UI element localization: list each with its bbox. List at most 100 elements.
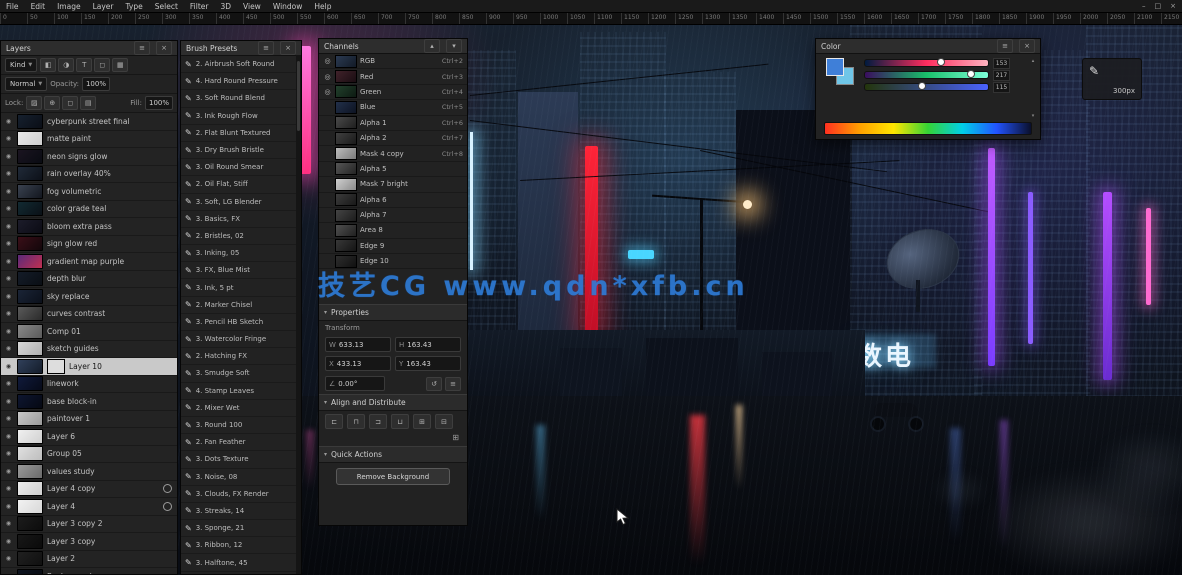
layer-filter-icon[interactable]: T (76, 58, 93, 72)
brush-preset-row[interactable]: ✎ 3. Ink Rough Flow (181, 108, 301, 125)
scroll-arrow-icon[interactable]: ▾ (1032, 113, 1035, 119)
eye-icon[interactable]: ◉ (4, 118, 13, 125)
angle-icon[interactable]: ↺ (426, 376, 442, 391)
lock-icon[interactable]: ◻ (62, 96, 79, 110)
layer-row[interactable]: ◉ neon signs glow (1, 148, 177, 166)
align-icon[interactable]: ⊏ (325, 414, 343, 429)
channel-visibility-icon[interactable]: ◎ (323, 57, 332, 65)
eye-icon[interactable]: ◉ (4, 275, 13, 282)
panel-header-icon[interactable]: ≡ (258, 41, 274, 55)
panel-header-icon[interactable]: × (280, 41, 296, 55)
slider-value[interactable]: 115 (993, 81, 1010, 93)
layers-panel-header[interactable]: Layers ≡ × (1, 41, 177, 56)
brush-preset-row[interactable]: ✎ 3. Dots Texture (181, 451, 301, 469)
channel-row[interactable]: Alpha 7 (319, 208, 467, 224)
layer-row[interactable]: ◉ linework (1, 375, 177, 393)
plus-icon[interactable]: ⊞ (452, 433, 459, 442)
brush-preset-row[interactable]: ✎ 3. Smudge Soft (181, 365, 301, 383)
menu-layer[interactable]: Layer (93, 2, 114, 11)
layer-row[interactable]: ◉ paintover 1 (1, 410, 177, 428)
eye-icon[interactable]: ◉ (4, 293, 13, 300)
brush-preset-row[interactable]: ✎ 3. Dry Brush Bristle (181, 142, 301, 160)
eye-icon[interactable]: ◉ (4, 503, 13, 510)
scrollbar-thumb[interactable] (297, 61, 300, 131)
brush-preset-row[interactable]: ✎ 2. Airbrush Soft Round (181, 56, 301, 74)
channel-row[interactable]: Mask 4 copy Ctrl+8 (319, 146, 467, 162)
channel-row[interactable]: Blue Ctrl+5 (319, 100, 467, 116)
menu-edit[interactable]: Edit (31, 2, 46, 11)
slider-handle[interactable] (917, 82, 926, 90)
brush-preset-row[interactable]: ✎ 2. Hatching FX (181, 348, 301, 366)
eye-icon[interactable]: ◉ (4, 223, 13, 230)
brush-preset-row[interactable]: ✎ 3. Streaks, 14 (181, 503, 301, 521)
eye-icon[interactable]: ◉ (4, 153, 13, 160)
panel-header-icon[interactable]: ▾ (446, 39, 462, 53)
lock-icon[interactable]: ▨ (26, 96, 43, 110)
layer-row[interactable]: ◉ depth blur (1, 270, 177, 288)
layer-row[interactable]: ◉ Group 05 (1, 445, 177, 463)
layer-row[interactable]: ◉ base block-in (1, 393, 177, 411)
eye-icon[interactable]: ◉ (4, 135, 13, 142)
quick-actions-header[interactable]: ▾ Quick Actions (319, 446, 467, 463)
layer-row[interactable]: ◉ Layer 6 (1, 428, 177, 446)
brush-preset-row[interactable]: ✎ 3. Oil Round Smear (181, 159, 301, 177)
layer-row[interactable]: ◉ Comp 01 (1, 323, 177, 341)
transform-field-W[interactable]: W 633.13 (325, 337, 391, 352)
brush-preset-row[interactable]: ✎ 3. Sponge, 21 (181, 520, 301, 538)
panel-header-icon[interactable]: ≡ (134, 41, 150, 55)
channel-row[interactable]: Alpha 2 Ctrl+7 (319, 131, 467, 147)
eye-icon[interactable]: ◉ (4, 485, 13, 492)
transform-field-X[interactable]: X 433.13 (325, 356, 391, 371)
foreground-swatch[interactable] (826, 58, 844, 76)
menu-image[interactable]: Image (57, 2, 81, 11)
layer-filter-dropdown[interactable]: Kind ▼ (5, 58, 38, 72)
layer-row[interactable]: ◉ sign glow red (1, 235, 177, 253)
brush-preset-row[interactable]: ✎ 3. Ribbon, 12 (181, 537, 301, 555)
brush-preset-row[interactable]: ✎ 3. Ink, 5 pt (181, 279, 301, 297)
slider-value[interactable]: 217 (993, 69, 1010, 81)
brush-preset-row[interactable]: ✎ 3. Inking, 05 (181, 245, 301, 263)
transform-field-Y[interactable]: Y 163.43 (395, 356, 461, 371)
brush-preset-row[interactable]: ✎ 3. Noise, 08 (181, 469, 301, 486)
lock-icon[interactable]: ⊕ (44, 96, 61, 110)
scroll-arrow-icon[interactable]: ▴ (1032, 58, 1035, 64)
layer-row[interactable]: ◉ rain overlay 40% (1, 165, 177, 183)
channel-row[interactable]: ◎ Red Ctrl+3 (319, 69, 467, 85)
eye-icon[interactable]: ◉ (4, 328, 13, 335)
eye-icon[interactable]: ◉ (4, 205, 13, 212)
brush-panel-header[interactable]: Brush Presets ≡ × (181, 41, 301, 56)
channel-row[interactable]: Area 8 (319, 223, 467, 239)
brush-preset-row[interactable]: ✎ 3. Basics, FX (181, 211, 301, 228)
menu-filter[interactable]: Filter (190, 2, 209, 11)
layer-row[interactable]: ◉ gradient map purple (1, 253, 177, 271)
layer-filter-icon[interactable]: ◧ (40, 58, 57, 72)
align-icon[interactable]: ⊟ (435, 414, 453, 429)
properties-section-header[interactable]: ▾ Properties (319, 304, 467, 321)
layer-row[interactable]: ◉ Layer 2 (1, 550, 177, 568)
layer-row[interactable]: ◉ Layer 4 copy (1, 480, 177, 498)
channel-visibility-icon[interactable]: ◎ (323, 88, 332, 96)
menu-select[interactable]: Select (155, 2, 178, 11)
panel-header-icon[interactable]: × (1019, 39, 1035, 53)
eye-icon[interactable]: ◉ (4, 310, 13, 317)
brush-preset-row[interactable]: ✎ 3. Halftone, 45 (181, 554, 301, 572)
brush-preset-row[interactable]: ✎ 3. Soft, LG Blender (181, 194, 301, 211)
eye-icon[interactable]: ◉ (4, 538, 13, 545)
slider-handle[interactable] (937, 58, 946, 66)
layer-row[interactable]: ◉ matte paint (1, 130, 177, 148)
brush-preset-row[interactable]: ✎ 3. Soft Round Blend (181, 90, 301, 108)
scrollbar[interactable] (296, 55, 301, 574)
brush-preset-row[interactable]: ✎ 3. FX, Blue Mist (181, 262, 301, 280)
channel-row[interactable]: Alpha 1 Ctrl+6 (319, 116, 467, 131)
eye-icon[interactable]: ◉ (4, 468, 13, 475)
brush-preset-row[interactable]: ✎ 2. Oil Flat, Stiff (181, 176, 301, 194)
channel-row[interactable]: Mask 7 bright (319, 177, 467, 193)
brush-preset-row[interactable]: ✎ 2. Flat Blunt Textured (181, 125, 301, 142)
eye-icon[interactable]: ◉ (4, 573, 13, 574)
ruler[interactable]: 0 50 100 150 200 250 300 350 400 450 500 550 600 650 7… (0, 13, 1182, 25)
fill-value[interactable]: 100% (144, 96, 173, 110)
brush-preset-row[interactable]: ✎ 3. Round 100 (181, 417, 301, 435)
eye-icon[interactable]: ◉ (4, 240, 13, 247)
slider-value[interactable]: 153 (993, 57, 1010, 69)
channel-row[interactable]: Alpha 6 (319, 193, 467, 208)
